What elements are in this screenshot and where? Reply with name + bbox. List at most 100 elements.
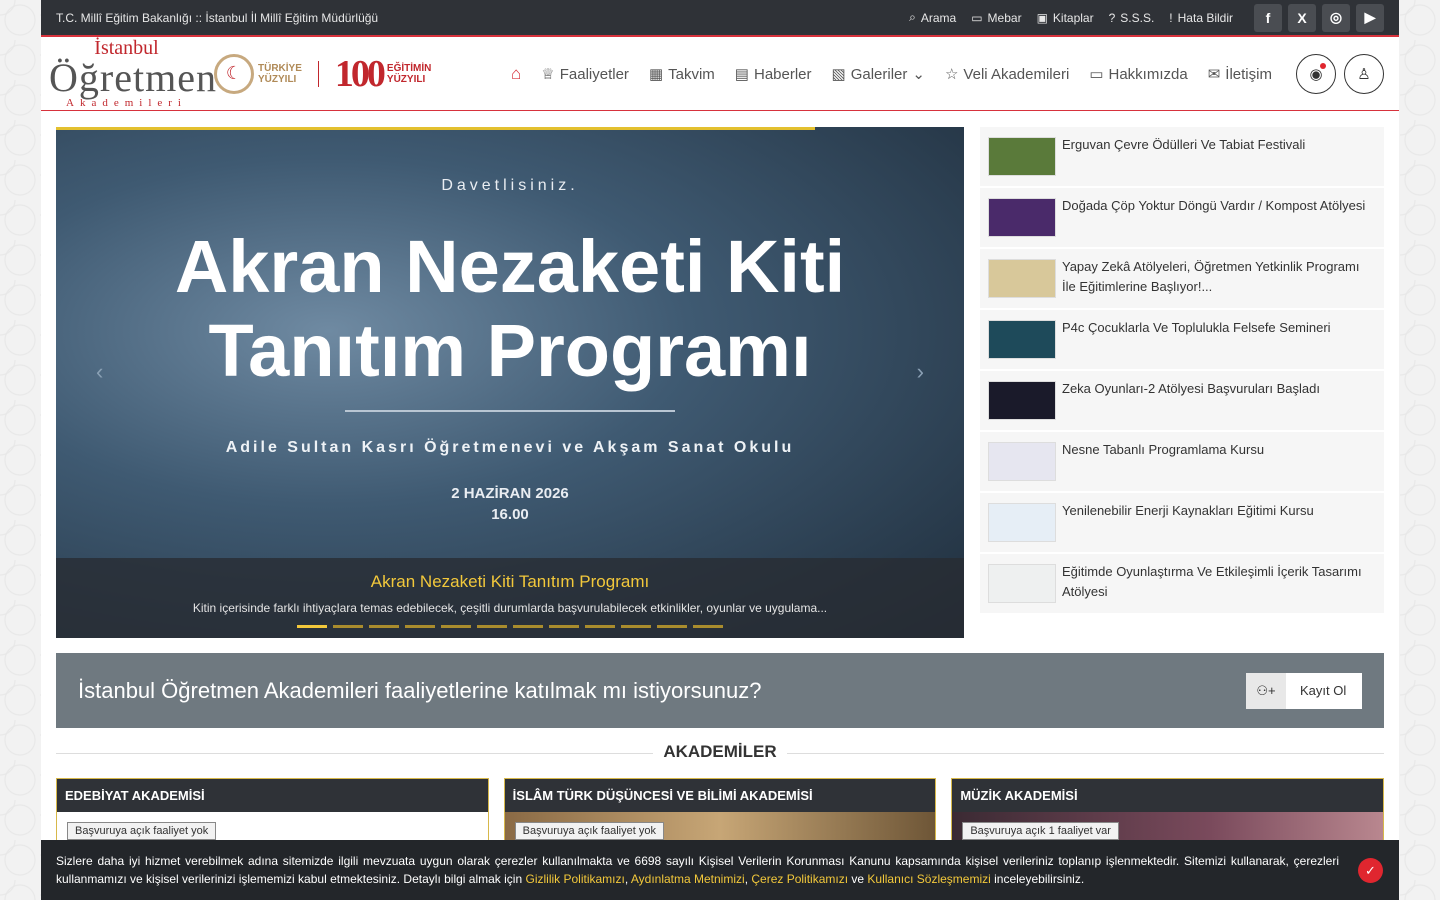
news-item[interactable]: Eğitimde Oyunlaştırma Ve Etkileşimli İçe… — [980, 554, 1384, 613]
slide-venue: Adile Sultan Kasrı Öğretmenevi ve Akşam … — [225, 439, 795, 456]
turkiye-yuzyili-logo: ☾ TÜRKİYE YÜZYILI — [214, 53, 302, 94]
slider-dot[interactable] — [693, 625, 723, 628]
news-item[interactable]: P4c Çocuklarla Ve Toplulukla Felsefe Sem… — [980, 310, 1384, 369]
academy-title[interactable]: MÜZİK AKADEMİSİ — [952, 779, 1384, 812]
caption-title[interactable]: Akran Nezaketi Kiti Tanıtım Programı — [56, 572, 964, 592]
mebar-link[interactable]: ▭ Mebar — [971, 11, 1021, 25]
slider-dot[interactable] — [549, 625, 579, 628]
academy-title[interactable]: EDEBİYAT AKADEMİSİ — [57, 779, 488, 812]
nav-hakkimizda[interactable]: ▭ Hakkımızda — [1089, 65, 1187, 84]
search-link[interactable]: ⌕ Arama — [909, 10, 956, 25]
page: T.C. Millî Eğitim Bakanlığı :: İstanbul … — [41, 0, 1399, 900]
question-icon: ? — [1108, 10, 1116, 25]
slider-dot[interactable] — [441, 625, 471, 628]
news-item[interactable]: Nesne Tabanlı Programlama Kursu — [980, 432, 1384, 491]
slider-dot[interactable] — [333, 625, 363, 628]
faq-link[interactable]: ? S.S.S. — [1109, 11, 1155, 25]
egitimin-yuzyili-logo: 100 EĞİTİMİN YÜZYILI — [334, 52, 432, 95]
user-agreement-link[interactable]: Kullanıcı Sözleşmemizi — [867, 872, 990, 886]
youtube-icon[interactable]: ▶ — [1356, 3, 1384, 32]
cookie-banner: Sizlere daha iyi hizmet verebilmek adına… — [41, 840, 1399, 900]
slider-dot[interactable] — [297, 625, 327, 628]
crescent-icon: ☾ — [214, 53, 254, 94]
facebook-icon[interactable]: f — [1254, 3, 1282, 32]
news-thumbnail — [988, 137, 1056, 176]
caption-description: Kitin içerisinde farklı ihtiyaçlara tema… — [192, 601, 828, 615]
news-item[interactable]: Zeka Oyunları-2 Atölyesi Başvuruları Baş… — [980, 371, 1384, 430]
top-bar: T.C. Millî Eğitim Bakanlığı :: İstanbul … — [41, 0, 1399, 35]
mebar-icon: ▭ — [971, 10, 983, 25]
news-item[interactable]: Yenilenebilir Enerji Kaynakları Eğitimi … — [980, 493, 1384, 552]
check-icon: ✓ — [1365, 862, 1376, 878]
books-link[interactable]: ▣ Kitaplar — [1037, 11, 1094, 25]
social-links: f X ◎ ▶ — [1254, 3, 1384, 32]
register-button[interactable]: ⚇+ Kayıt Ol — [1246, 672, 1362, 709]
signup-banner: İstanbul Öğretmen Akademileri faaliyetle… — [56, 653, 1384, 728]
x-icon[interactable]: X — [1288, 3, 1316, 32]
privacy-policy-link[interactable]: Gizlilik Politikamızı — [525, 872, 624, 886]
news-thumbnail — [988, 442, 1056, 481]
breadcrumb[interactable]: T.C. Millî Eğitim Bakanlığı :: İstanbul … — [56, 11, 378, 25]
slide-caption[interactable]: Akran Nezaketi Kiti Tanıtım Programı Kit… — [56, 558, 964, 638]
status-badge: Başvuruya açık faaliyet yok — [67, 822, 217, 840]
instagram-icon[interactable]: ◎ — [1322, 3, 1350, 32]
slide-divider — [345, 410, 675, 412]
news-list: Erguvan Çevre Ödülleri Ve Tabiat Festiva… — [980, 127, 1384, 615]
status-badge: Başvuruya açık faaliyet yok — [514, 822, 664, 840]
academy-title[interactable]: İSLÂM TÜRK DÜŞÜNCESİ VE BİLİMİ AKADEMİSİ — [504, 779, 936, 812]
header-actions: ◉ ♙ — [1296, 54, 1384, 94]
nav-iletisim[interactable]: ✉ İletişim — [1207, 65, 1272, 84]
id-card-icon: ▭ — [1089, 66, 1104, 83]
accept-cookies-button[interactable]: ✓ — [1358, 858, 1383, 883]
slider-dot[interactable] — [369, 625, 399, 628]
slider-progress — [56, 127, 815, 130]
news-thumbnail — [988, 259, 1056, 298]
status-badge: Başvuruya açık 1 faaliyet var — [962, 822, 1119, 840]
report-error-link[interactable]: ! Hata Bildir — [1169, 11, 1233, 25]
news-icon: ▤ — [734, 66, 749, 83]
slide-headline: Akran Nezaketi Kiti Tanıtım Programı — [174, 225, 846, 392]
nav-takvim[interactable]: ▦ Takvim — [648, 65, 715, 84]
header: İstanbul Öğretmen Akademileri ☾ TÜRKİYE Y… — [41, 35, 1399, 111]
slide-invite: Davetlisiniz. — [441, 177, 579, 194]
prev-arrow-icon[interactable]: ‹ — [96, 359, 103, 385]
slider-dot[interactable] — [405, 625, 435, 628]
mail-icon: ✉ — [1207, 66, 1221, 83]
gallery-icon: ▧ — [831, 66, 846, 83]
news-item[interactable]: Erguvan Çevre Ödülleri Ve Tabiat Festiva… — [980, 127, 1384, 186]
slider-dot[interactable] — [513, 625, 543, 628]
slider-dot[interactable] — [657, 625, 687, 628]
star-icon: ☆ — [944, 66, 959, 83]
user-plus-icon: ⚇+ — [1246, 672, 1286, 709]
slider-dot[interactable] — [477, 625, 507, 628]
cookie-policy-link[interactable]: Çerez Politikamızı — [751, 872, 848, 886]
chevron-down-icon: ⌄ — [912, 66, 925, 83]
slider-indicators — [297, 625, 723, 628]
next-arrow-icon[interactable]: › — [917, 359, 924, 385]
site-logo[interactable]: İstanbul Öğretmen Akademileri — [49, 38, 216, 109]
slider-dot[interactable] — [585, 625, 615, 628]
search-icon: ⌕ — [909, 10, 916, 24]
slider-dot[interactable] — [621, 625, 651, 628]
user-button[interactable]: ♙ — [1344, 54, 1384, 94]
user-icon: ♙ — [1357, 66, 1371, 83]
signup-question: İstanbul Öğretmen Akademileri faaliyetle… — [78, 677, 762, 703]
news-thumbnail — [988, 381, 1056, 420]
nav-galeriler[interactable]: ▧ Galeriler ⌄ — [831, 65, 925, 84]
nav-veli-akademileri[interactable]: ☆ Veli Akademileri — [944, 65, 1069, 84]
slide-date: 2 HAZİRAN 2026 16.00 — [451, 485, 569, 523]
news-thumbnail — [988, 564, 1056, 603]
book-icon: ▣ — [1036, 10, 1048, 25]
hero-slider[interactable]: Davetlisiniz. Akran Nezaketi Kiti Tanıtı… — [56, 127, 964, 638]
logo-divider — [317, 60, 319, 87]
home-icon[interactable]: ⌂ — [511, 64, 521, 84]
news-item[interactable]: Doğada Çöp Yoktur Döngü Vardır / Kompost… — [980, 188, 1384, 247]
calendar-icon: ▦ — [648, 66, 664, 83]
logo-group[interactable]: İstanbul Öğretmen Akademileri ☾ TÜRKİYE Y… — [49, 38, 431, 109]
nav-haberler[interactable]: ▤ Haberler — [734, 65, 812, 84]
disclosure-link[interactable]: Aydınlatma Metnimizi — [631, 872, 745, 886]
news-item[interactable]: Yapay Zekâ Atölyeleri, Öğretmen Yetkinli… — [980, 249, 1384, 308]
nav-faaliyetler[interactable]: ♕ Faaliyetler — [541, 65, 629, 84]
podcast-button[interactable]: ◉ — [1296, 54, 1336, 94]
top-links: ⌕ Arama ▭ Mebar ▣ Kitaplar ? S.S.S. ! Hata Bi… — [909, 3, 1384, 32]
